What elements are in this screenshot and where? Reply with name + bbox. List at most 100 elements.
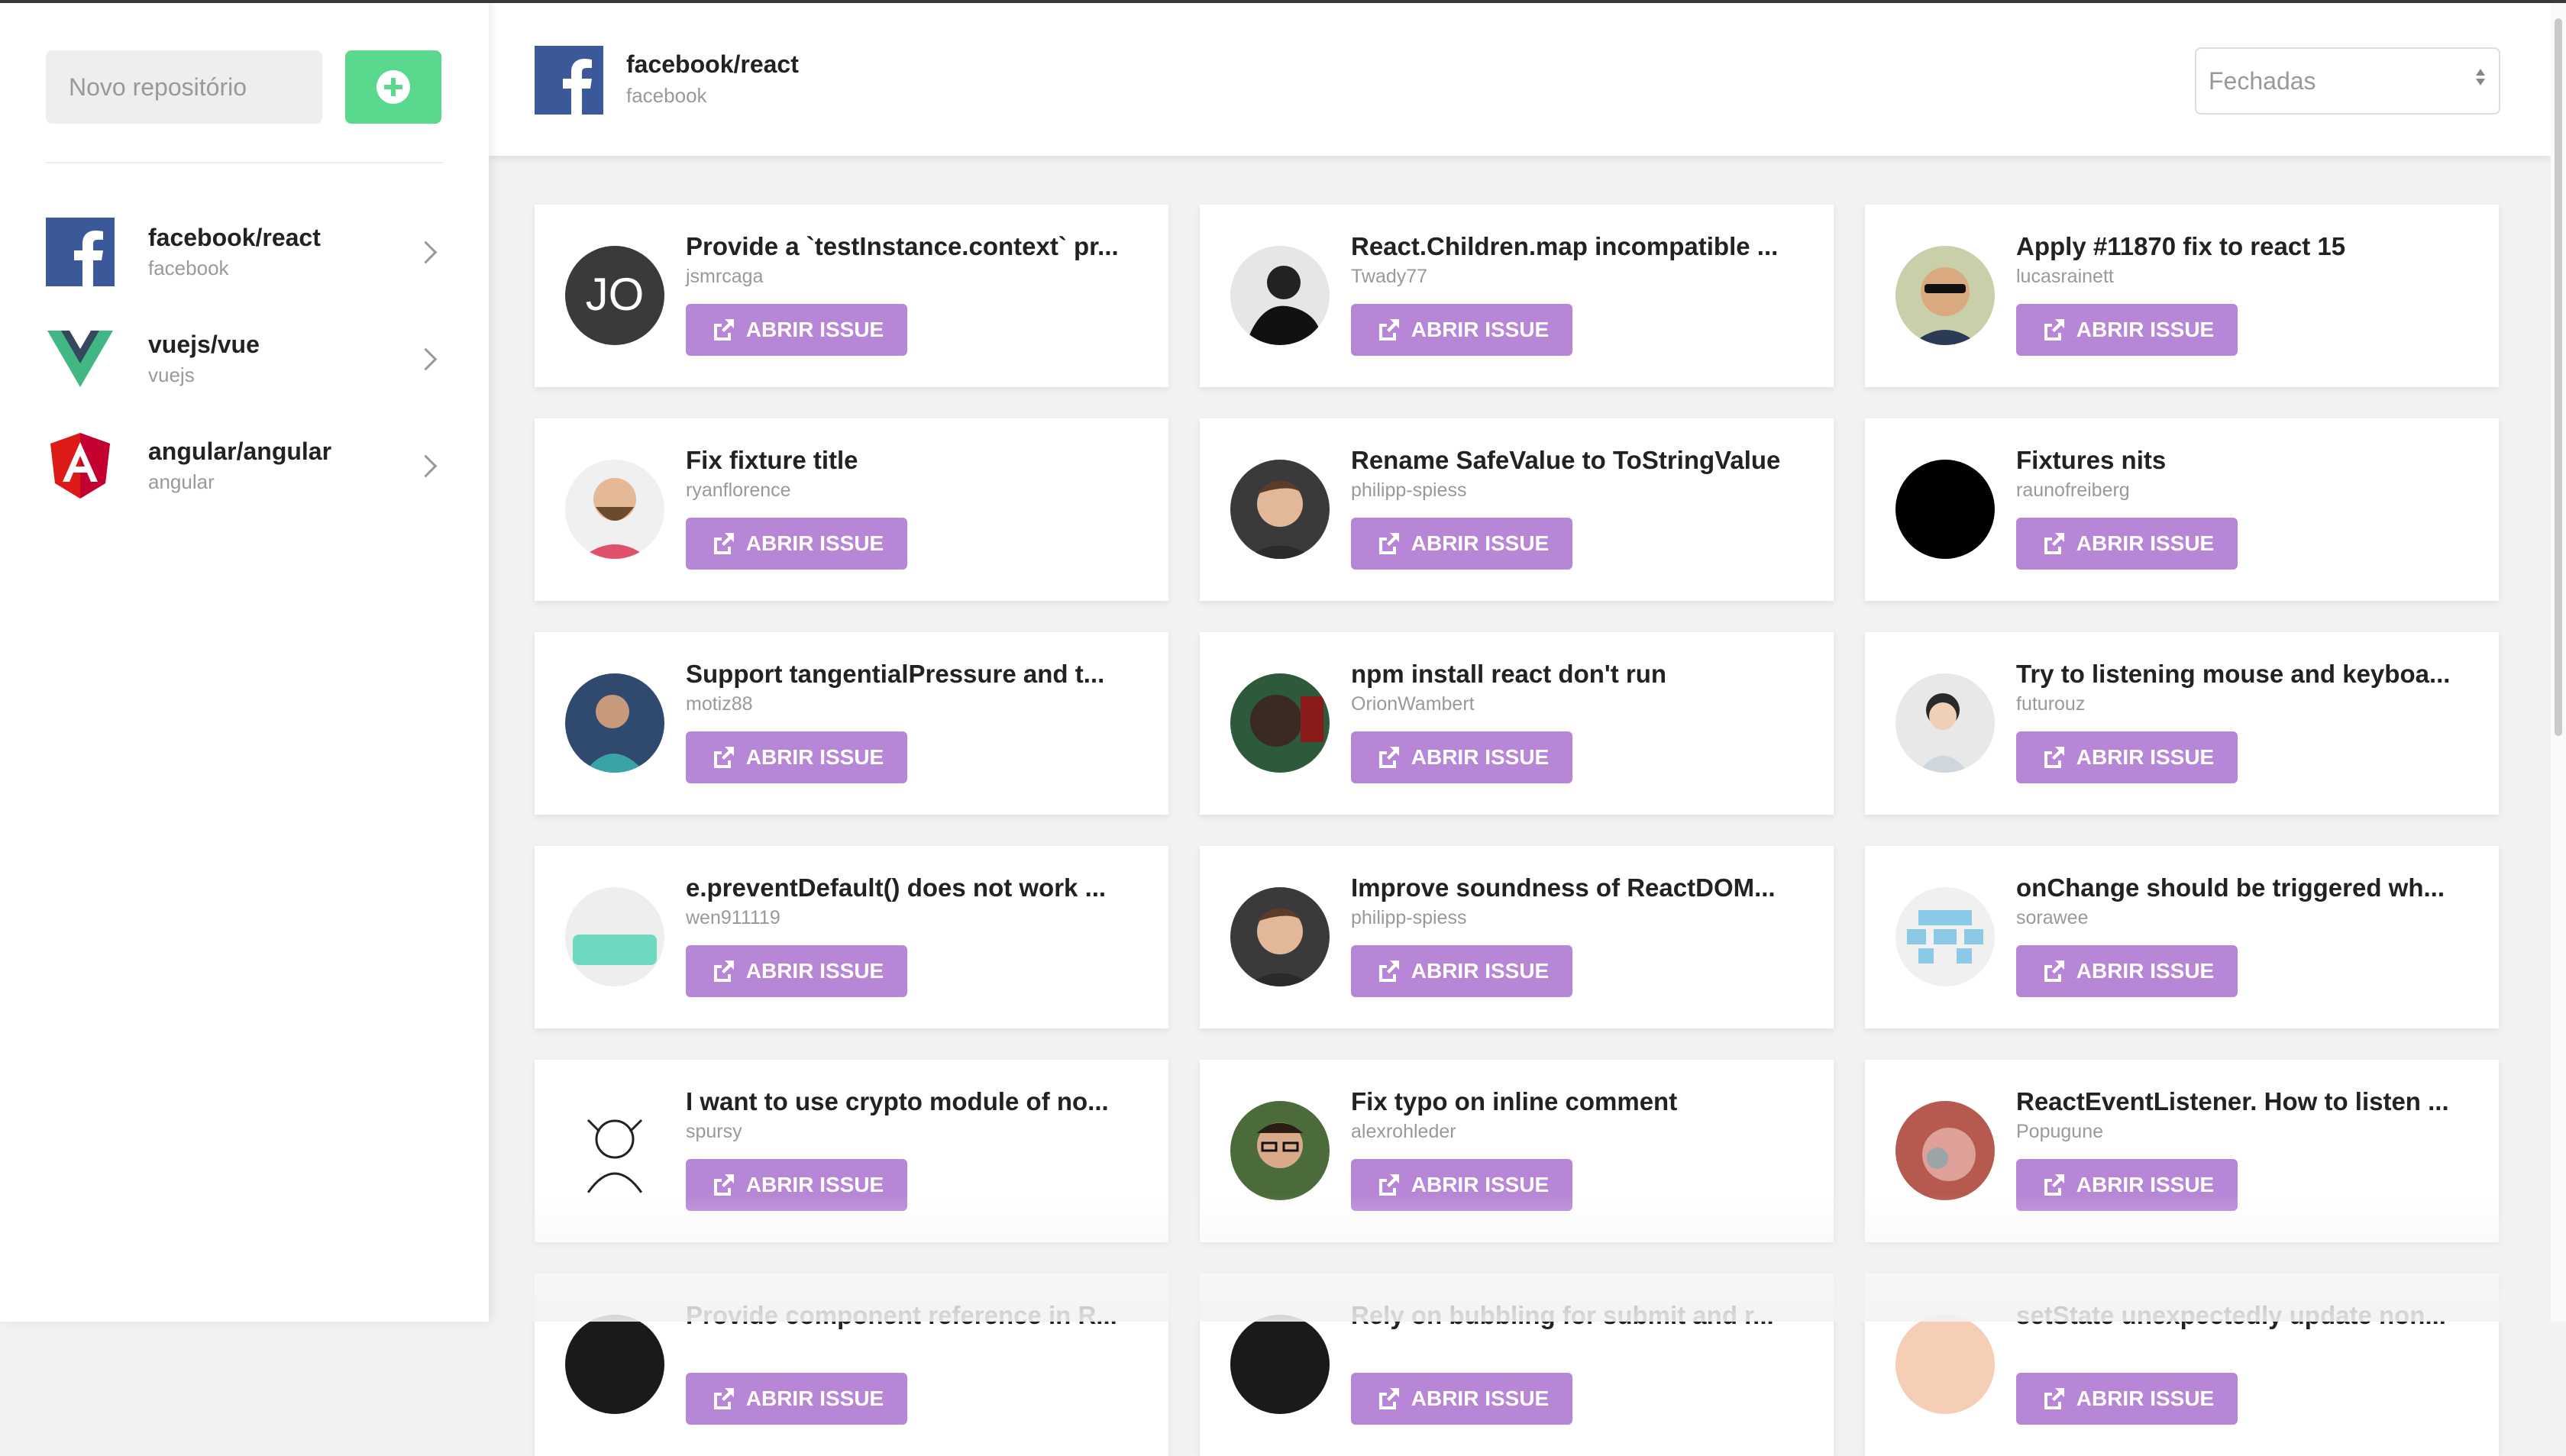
issue-author: raunofreiberg — [2016, 479, 2130, 501]
issue-title: Fixtures nits — [2016, 446, 2167, 474]
open-issue-button[interactable]: ABRIR ISSUE — [2016, 1159, 2238, 1211]
open-issue-label: ABRIR ISSUE — [1411, 318, 1550, 341]
external-link-icon — [713, 1388, 734, 1409]
issue-card: Support tangentialPressure and t... motiz… — [535, 632, 1168, 815]
open-issue-label: ABRIR ISSUE — [1411, 959, 1550, 983]
repo-item-facebook-react[interactable]: facebook/react facebook — [46, 199, 451, 305]
issue-title: Rename SafeValue to ToStringValue — [1351, 446, 1781, 474]
avatar-photo-beard — [565, 460, 664, 559]
open-issue-button[interactable]: ABRIR ISSUE — [1351, 731, 1572, 783]
issue-title: Provide a `testInstance.context` pr... — [686, 232, 1119, 260]
facebook-logo — [535, 46, 603, 115]
external-link-icon — [2044, 319, 2064, 341]
issue-card: Fix fixture title ryanflorence ABRIR ISSUE — [535, 418, 1168, 601]
external-link-icon — [1378, 319, 1399, 341]
issue-title: Provide component reference in R... — [686, 1301, 1117, 1329]
state-filter-value: Fechadas — [2209, 66, 2316, 95]
open-issue-label: ABRIR ISSUE — [2076, 745, 2215, 769]
open-issue-button[interactable]: ABRIR ISSUE — [2016, 731, 2238, 783]
issue-card: ReactEventListener. How to listen ... Pop… — [1865, 1060, 2499, 1242]
open-issue-label: ABRIR ISSUE — [1411, 1387, 1550, 1410]
issue-title: Improve soundness of ReactDOM... — [1351, 873, 1776, 902]
repo-owner: vuejs — [148, 363, 195, 386]
open-issue-button[interactable]: ABRIR ISSUE — [1351, 304, 1572, 356]
issue-author: OrionWambert — [1351, 693, 1475, 715]
issue-author: Twady77 — [1351, 266, 1428, 287]
repo-list: facebook/react facebook vuejs/vue vuejs — [46, 199, 451, 519]
open-issue-button[interactable]: ABRIR ISSUE — [686, 518, 907, 570]
open-issue-label: ABRIR ISSUE — [2076, 1173, 2215, 1196]
open-issue-button[interactable]: ABRIR ISSUE — [1351, 1373, 1572, 1425]
open-issue-button[interactable]: ABRIR ISSUE — [2016, 945, 2238, 997]
open-issue-button[interactable]: ABRIR ISSUE — [1351, 518, 1572, 570]
issue-card: Apply #11870 fix to react 15 lucasrainett… — [1865, 205, 2499, 387]
open-issue-label: ABRIR ISSUE — [2076, 318, 2215, 341]
issue-card: Try to listening mouse and keyboa... futu… — [1865, 632, 2499, 815]
avatar-photo-man — [1230, 460, 1330, 559]
chevron-right-icon — [414, 454, 438, 477]
open-issue-button[interactable]: ABRIR ISSUE — [686, 1373, 907, 1425]
open-issue-button[interactable]: ABRIR ISSUE — [686, 304, 907, 356]
repo-header: facebook/react facebook Fechadas — [489, 3, 2551, 156]
open-issue-button[interactable]: ABRIR ISSUE — [686, 731, 907, 783]
open-issue-label: ABRIR ISSUE — [745, 318, 884, 341]
chevron-right-icon — [414, 347, 438, 370]
repo-item-vuejs-vue[interactable]: vuejs/vue vuejs — [46, 305, 451, 412]
external-link-icon — [713, 319, 734, 341]
vue-logo — [47, 331, 113, 387]
external-link-icon — [713, 1174, 734, 1196]
issue-card: Rely on bubbling for submit and r... ABRI… — [1200, 1274, 1834, 1456]
open-issue-label: ABRIR ISSUE — [745, 745, 884, 769]
open-issue-label: ABRIR ISSUE — [2076, 1387, 2215, 1410]
avatar-photo-bw — [1230, 246, 1330, 345]
issue-title: Support tangentialPressure and t... — [686, 660, 1105, 688]
avatar-photo-man — [1230, 887, 1330, 986]
sidebar-divider — [46, 162, 443, 163]
issue-card: Rename SafeValue to ToStringValue philipp… — [1200, 418, 1834, 601]
external-link-icon — [1378, 1388, 1399, 1409]
open-issue-label: ABRIR ISSUE — [745, 1173, 884, 1196]
open-issue-button[interactable]: ABRIR ISSUE — [686, 1159, 907, 1211]
issue-author: philipp-spiess — [1351, 907, 1467, 928]
issue-title: ReactEventListener. How to listen ... — [2016, 1087, 2449, 1115]
issue-author: jsmrcaga — [686, 266, 764, 287]
new-repo-input[interactable] — [46, 50, 322, 124]
open-issue-label: ABRIR ISSUE — [745, 1387, 884, 1410]
issue-title: I want to use crypto module of no... — [686, 1087, 1109, 1115]
open-issue-button[interactable]: ABRIR ISSUE — [1351, 945, 1572, 997]
avatar-dark — [565, 1315, 664, 1414]
issue-card: React.Children.map incompatible ... Twady… — [1200, 205, 1834, 387]
add-repo-button[interactable] — [345, 50, 441, 124]
scrollbar[interactable] — [2551, 3, 2566, 1322]
open-issue-button[interactable]: ABRIR ISSUE — [2016, 304, 2238, 356]
open-issue-label: ABRIR ISSUE — [1411, 531, 1550, 555]
repo-item-angular-angular[interactable]: angular/angular angular — [46, 412, 451, 519]
open-issue-button[interactable]: ABRIR ISSUE — [2016, 1373, 2238, 1425]
issue-card: I want to use crypto module of no... spur… — [535, 1060, 1168, 1242]
state-filter-select[interactable]: Fechadas — [2195, 47, 2500, 115]
repo-text: facebook/react facebook — [148, 224, 418, 280]
external-link-icon — [1378, 747, 1399, 768]
external-link-icon — [1378, 533, 1399, 554]
page-subtitle: facebook — [626, 84, 707, 107]
avatar-peach — [1895, 1315, 1995, 1414]
issue-title: Fix fixture title — [686, 446, 858, 474]
open-issue-button[interactable]: ABRIR ISSUE — [1351, 1159, 1572, 1211]
external-link-icon — [713, 533, 734, 554]
issue-author: wen911119 — [686, 907, 780, 928]
sidebar: facebook/react facebook vuejs/vue vuejs — [0, 3, 489, 1322]
issue-grid: JO Provide a `testInstance.context` pr...… — [535, 205, 2499, 1456]
open-issue-button[interactable]: ABRIR ISSUE — [2016, 518, 2238, 570]
facebook-logo — [46, 218, 115, 286]
scrollbar-thumb[interactable] — [2555, 18, 2562, 736]
open-issue-button[interactable]: ABRIR ISSUE — [686, 945, 907, 997]
repo-owner: angular — [148, 470, 215, 493]
issue-author: Popugune — [2016, 1121, 2104, 1142]
issue-title: React.Children.map incompatible ... — [1351, 232, 1779, 260]
external-link-icon — [2044, 1388, 2064, 1409]
plus-circle-icon — [376, 70, 410, 104]
avatar-photo-pink — [1895, 1101, 1995, 1200]
open-issue-label: ABRIR ISSUE — [745, 531, 884, 555]
open-issue-label: ABRIR ISSUE — [1411, 1173, 1550, 1196]
issue-card: Improve soundness of ReactDOM... philipp-… — [1200, 846, 1834, 1028]
